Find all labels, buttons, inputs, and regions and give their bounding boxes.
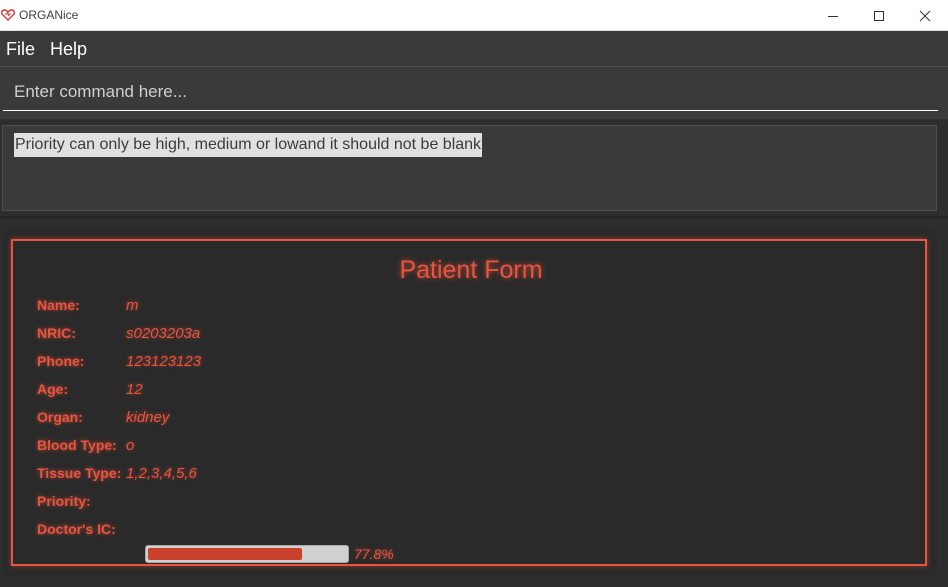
result-display[interactable]: Priority can only be high, medium or low… bbox=[2, 125, 937, 211]
command-input[interactable] bbox=[3, 73, 938, 111]
divider bbox=[0, 216, 948, 219]
app-heart-icon bbox=[1, 9, 15, 21]
doctor-ic-label: Doctor's IC: bbox=[37, 521, 116, 537]
tissue-type-value: 1,2,3,4,5,6 bbox=[126, 465, 197, 482]
organ-label: Organ: bbox=[37, 409, 83, 425]
patient-form: Patient Form Name: m NRIC: s0203203a Pho… bbox=[11, 239, 927, 566]
phone-value: 123123123 bbox=[126, 353, 202, 370]
maximize-button[interactable] bbox=[856, 0, 902, 31]
menu-help[interactable]: Help bbox=[50, 39, 87, 60]
tissue-type-label: Tissue Type: bbox=[37, 465, 122, 481]
maximize-icon bbox=[874, 10, 884, 21]
age-label: Age: bbox=[37, 381, 69, 397]
form-title: Patient Form bbox=[399, 256, 543, 284]
menu-bar: File Help bbox=[0, 31, 948, 67]
command-box bbox=[0, 67, 948, 119]
nric-value: s0203203a bbox=[126, 325, 201, 342]
nric-label: NRIC: bbox=[37, 325, 76, 341]
name-label: Name: bbox=[37, 297, 80, 313]
progress-label: 77.8% bbox=[354, 546, 394, 562]
close-icon bbox=[919, 10, 931, 21]
minimize-button[interactable] bbox=[810, 0, 856, 31]
name-value: m bbox=[126, 297, 139, 314]
phone-label: Phone: bbox=[37, 353, 85, 369]
window-title: ORGANice bbox=[19, 8, 79, 22]
blood-type-value: o bbox=[126, 437, 135, 454]
blood-type-label: Blood Type: bbox=[37, 437, 117, 453]
minimize-icon bbox=[828, 15, 838, 17]
progress-fill bbox=[148, 548, 302, 560]
priority-label: Priority: bbox=[37, 493, 91, 509]
result-message: Priority can only be high, medium or low… bbox=[14, 133, 483, 157]
form-progress-bar bbox=[145, 545, 349, 563]
title-bar: ORGANice bbox=[0, 0, 948, 31]
close-button[interactable] bbox=[902, 0, 948, 31]
age-value: 12 bbox=[126, 381, 143, 398]
menu-file[interactable]: File bbox=[6, 39, 35, 60]
organ-value: kidney bbox=[126, 409, 170, 426]
form-panel: Patient Form Name: m NRIC: s0203203a Pho… bbox=[3, 229, 937, 577]
